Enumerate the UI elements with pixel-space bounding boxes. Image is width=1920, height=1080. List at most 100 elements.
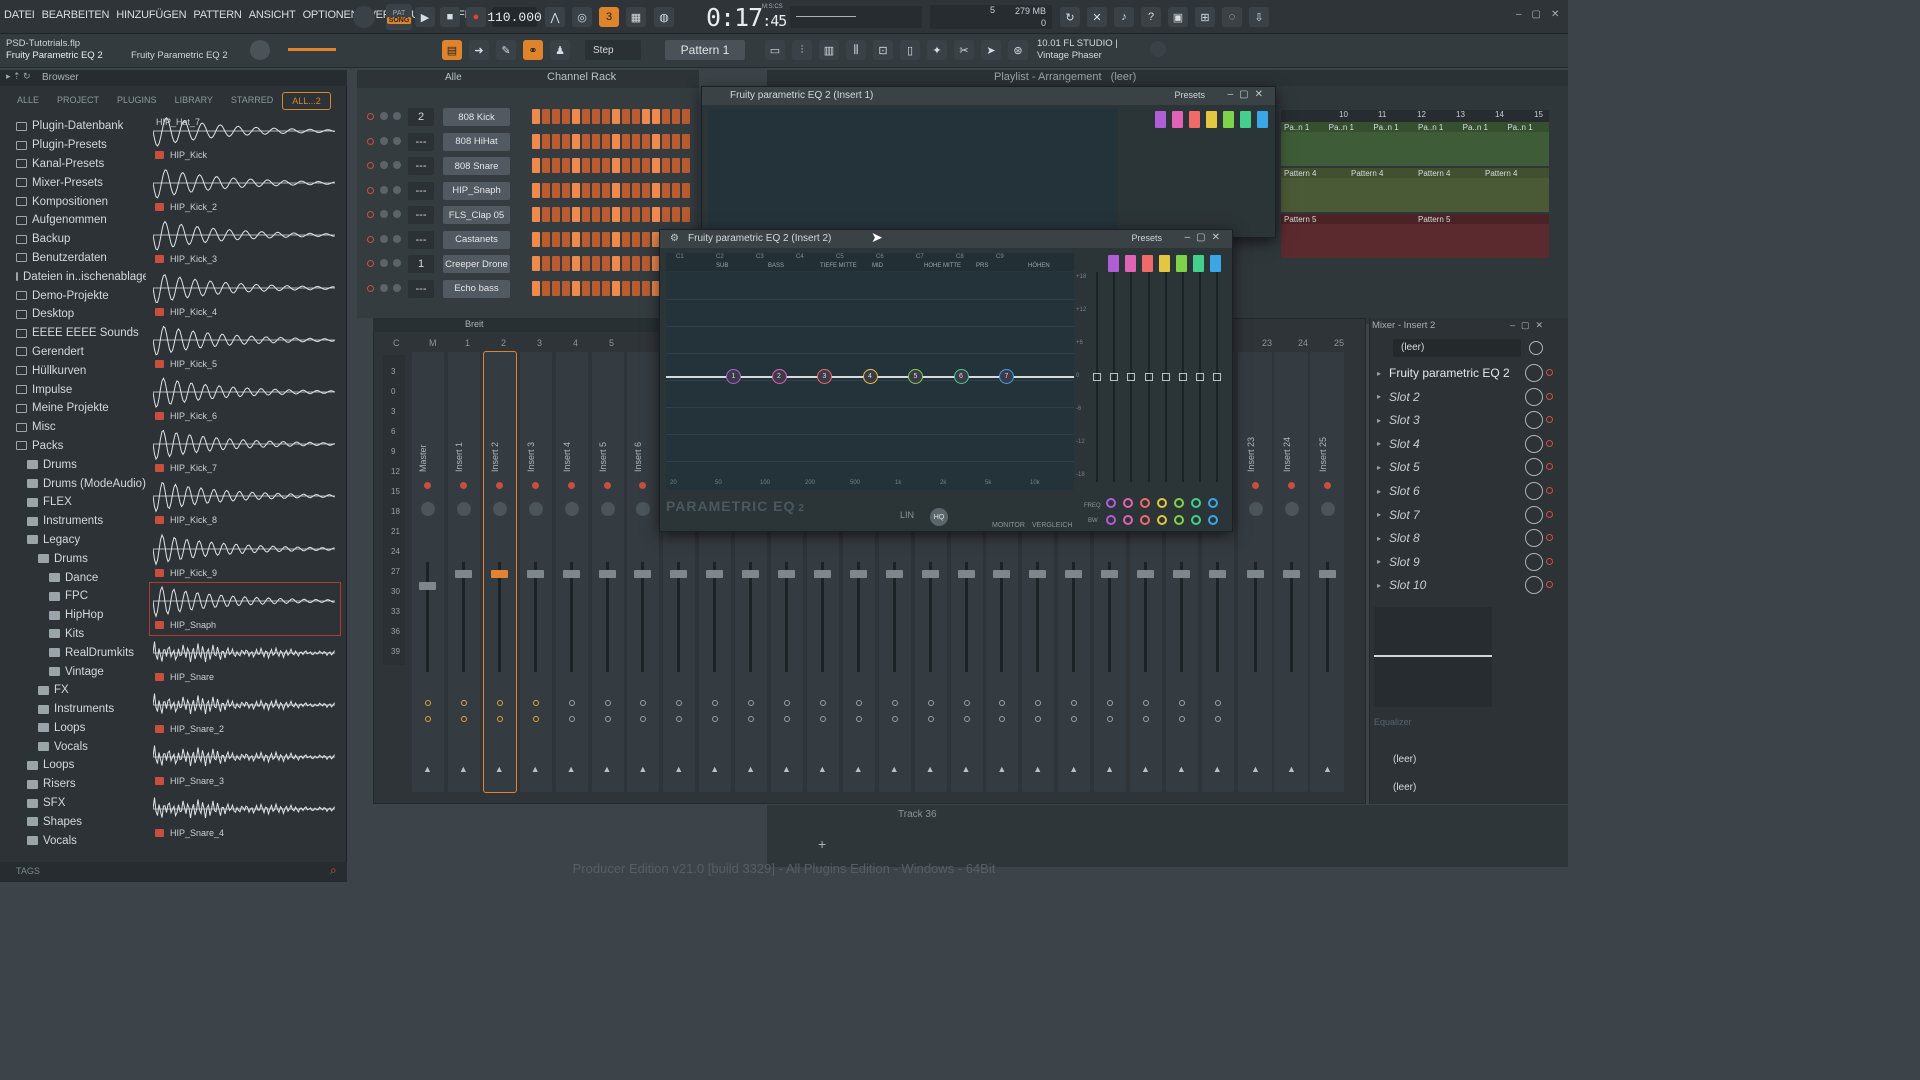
file-item[interactable]: HIP_Kick_4 <box>150 270 340 322</box>
band-color-chip[interactable] <box>1210 255 1221 272</box>
browser-tree-item[interactable]: Hüllkurven <box>0 361 146 380</box>
step-button[interactable] <box>572 182 580 198</box>
tempo-knob[interactable] <box>353 6 375 28</box>
touch-icon[interactable]: ✦ <box>927 40 947 60</box>
browser-tree-item[interactable]: Vintage <box>0 662 146 681</box>
browser-tree-item[interactable]: Demo-Projekte <box>0 286 146 305</box>
mixer-fx-dot[interactable] <box>927 716 934 722</box>
step-button[interactable] <box>572 158 580 173</box>
step-button[interactable] <box>582 133 590 149</box>
step-button[interactable] <box>542 182 550 198</box>
file-item[interactable]: HIP_Snare_4 <box>150 791 340 843</box>
channel-mute-led[interactable] <box>367 211 374 218</box>
mixer-fader-handle[interactable] <box>706 570 724 578</box>
step-button[interactable] <box>562 182 570 198</box>
mixer-send-dot[interactable] <box>712 700 719 706</box>
band-color-chip[interactable] <box>1206 111 1217 128</box>
step-button[interactable] <box>622 109 630 124</box>
cut-icon[interactable]: ✂ <box>954 40 974 60</box>
eq-back-graph[interactable] <box>708 109 1118 235</box>
mixer-pan-knob[interactable] <box>636 502 651 516</box>
step-button[interactable] <box>602 182 610 198</box>
plugin-picker-icon[interactable]: ▯ <box>900 40 920 60</box>
slot-enable-led[interactable] <box>1546 581 1553 589</box>
effect-slot[interactable]: ▸ Slot 6 <box>1377 480 1553 502</box>
channel-name-button[interactable]: 808 Kick <box>443 108 510 126</box>
step-button[interactable] <box>572 109 580 124</box>
browser-tree-item[interactable]: Benutzerdaten <box>0 249 146 268</box>
channel-volume-knob[interactable] <box>393 161 401 169</box>
slot-enable-led[interactable] <box>1546 463 1553 471</box>
browser-tree-item[interactable]: FX <box>0 681 146 700</box>
step-button[interactable] <box>642 133 650 149</box>
mixer-send-dot[interactable] <box>604 700 611 706</box>
step-button[interactable] <box>622 256 630 271</box>
step-button[interactable] <box>672 109 680 124</box>
step-button[interactable] <box>602 109 610 124</box>
channel-row[interactable]: 2 808 Kick <box>362 106 698 128</box>
mixer-send-dot[interactable] <box>1071 700 1078 706</box>
browser-tree-item[interactable]: Desktop <box>0 305 146 324</box>
slot-expand-icon[interactable]: ▸ <box>1377 463 1389 472</box>
step-button[interactable] <box>682 133 690 149</box>
step-button[interactable] <box>622 231 630 247</box>
browser-tree-item[interactable]: Gerendert <box>0 343 146 362</box>
file-item[interactable]: HIP_Snare <box>150 635 340 687</box>
slot-expand-icon[interactable]: ▸ <box>1377 557 1389 566</box>
step-button[interactable] <box>642 280 650 296</box>
mixer-strip[interactable]: Insert 3 ▲ <box>519 352 552 792</box>
mixer-pan-knob[interactable] <box>1321 502 1335 516</box>
mixer-fader-handle[interactable] <box>634 570 652 578</box>
slot-expand-icon[interactable]: ▸ <box>1377 487 1389 496</box>
mixer-pan-knob[interactable] <box>564 502 579 516</box>
step-button[interactable] <box>532 207 540 222</box>
mixer-strip-right[interactable]: Insert 23 ▲ <box>1240 352 1272 792</box>
step-button[interactable] <box>622 207 630 222</box>
mixer-fx-dot[interactable] <box>712 716 719 722</box>
play-icon[interactable]: ▶ <box>415 7 435 27</box>
channel-volume-knob[interactable] <box>393 112 401 120</box>
channel-mixer-track[interactable]: --- <box>408 230 434 249</box>
route-arrow-icon[interactable]: ▲ <box>818 764 827 774</box>
refresh-icon[interactable]: ↻ <box>1060 7 1080 27</box>
effect-slot[interactable]: ▸ Slot 9 <box>1377 551 1553 573</box>
eq-band-sliders[interactable] <box>1088 272 1228 490</box>
menu-item-3[interactable]: PATTERN <box>193 9 242 21</box>
slot-mix-knob[interactable] <box>1525 552 1543 571</box>
channel-volume-knob[interactable] <box>393 136 401 145</box>
channel-row[interactable]: --- Echo bass <box>362 278 698 300</box>
channel-row[interactable]: --- 808 Snare <box>362 155 698 177</box>
mixer-strip[interactable]: Insert 6 ▲ <box>627 352 660 792</box>
band-color-chip[interactable] <box>1125 255 1136 272</box>
band-level-handle[interactable] <box>1110 373 1119 381</box>
step-button[interactable] <box>622 133 630 149</box>
band-width-knob[interactable] <box>1106 515 1116 525</box>
step-button[interactable] <box>552 207 560 222</box>
mixer-fx-dot[interactable] <box>819 716 826 722</box>
eq-front-graph[interactable]: 1 2 3 4 5 6 7 20 50 100 200 500 1k 2k 5k 10k <box>666 272 1074 490</box>
mixer-send-dot[interactable] <box>425 700 431 706</box>
slot-expand-icon[interactable]: ▸ <box>1377 581 1389 590</box>
step-button[interactable] <box>632 256 640 271</box>
browser-tree-item[interactable]: Aufgenommen <box>0 211 146 230</box>
pattern-clip[interactable]: Pa..n 1 <box>1325 122 1371 132</box>
step-button[interactable] <box>532 182 540 198</box>
step-button[interactable] <box>652 158 660 173</box>
slot-mix-knob[interactable] <box>1525 411 1543 430</box>
step-button[interactable] <box>612 280 620 296</box>
band-freq-knob[interactable] <box>1191 498 1201 508</box>
effect-slot[interactable]: ▸ Fruity parametric EQ 2 <box>1377 362 1553 384</box>
browser-tree-item[interactable]: Dateien in..ischenablage <box>0 267 146 286</box>
browser-tree-item[interactable]: Drums (ModeAudio) <box>0 474 146 493</box>
step-button[interactable] <box>642 109 650 124</box>
mixer-fader-handle[interactable] <box>1247 570 1264 578</box>
browser-tab-0[interactable]: ALLE <box>8 92 48 110</box>
mixer-send-dot[interactable] <box>496 700 503 706</box>
channel-name-button[interactable]: Castanets <box>443 230 510 249</box>
slot-mix-knob[interactable] <box>1525 505 1543 524</box>
step-button[interactable] <box>542 158 550 173</box>
route-arrow-icon[interactable]: ▲ <box>1287 764 1296 774</box>
band-freq-knob[interactable] <box>1174 498 1184 508</box>
step-button[interactable] <box>552 158 560 173</box>
mixer-strip-right[interactable]: Insert 24 ▲ <box>1276 352 1308 792</box>
